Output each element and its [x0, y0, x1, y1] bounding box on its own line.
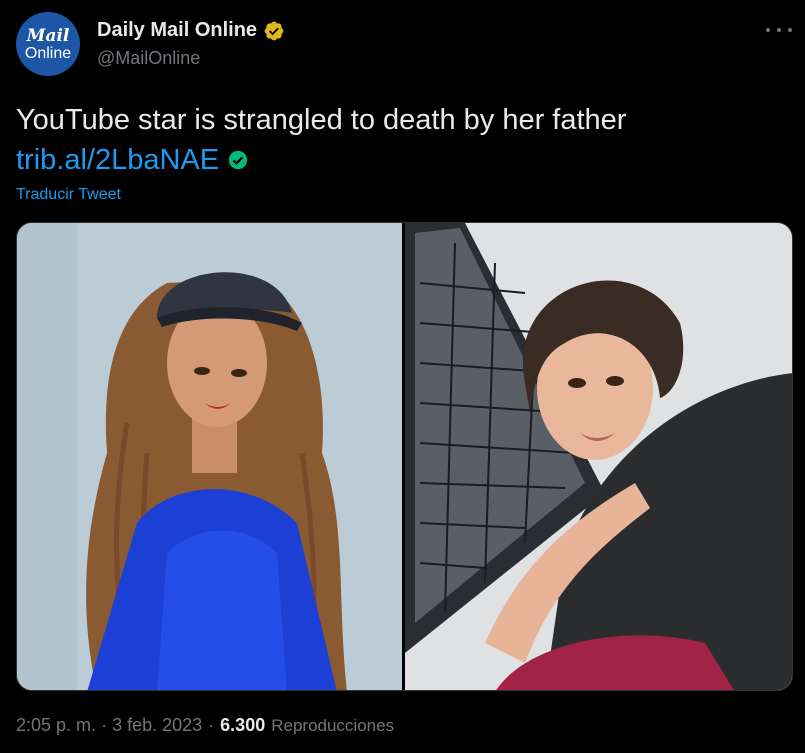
tweet-body-text: YouTube star is strangled to death by he…	[16, 104, 627, 136]
author-handle[interactable]: @MailOnline	[97, 48, 200, 69]
avatar-logo-bottom: Online	[24, 45, 72, 62]
tweet-timestamp[interactable]: 2:05 p. m. · 3 feb. 2023	[16, 715, 202, 736]
author-display-name[interactable]: Daily Mail Online	[97, 19, 285, 42]
tweet-date: 3 feb. 2023	[112, 715, 203, 735]
woman-in-cap-photo	[17, 223, 402, 690]
woman-with-building-photo	[405, 223, 792, 690]
tweet-link[interactable]: trib.al/2LbaNAE	[16, 140, 249, 180]
meta-separator: ·	[208, 715, 215, 735]
avatar-logo-top: Mail	[26, 26, 70, 46]
author-name-text: Daily Mail Online	[97, 19, 258, 41]
tweet-time: 2:05 p. m.	[16, 715, 97, 735]
avatar[interactable]: Mail Online	[16, 12, 80, 76]
more-dot-icon	[777, 28, 781, 32]
more-dot-icon	[766, 28, 770, 32]
translate-tweet-link[interactable]: Traducir Tweet	[16, 186, 121, 204]
media-photo-right[interactable]	[405, 223, 792, 690]
views-count: 6.300	[220, 715, 266, 735]
tweet-media[interactable]	[16, 222, 793, 691]
more-dot-icon	[788, 28, 792, 32]
meta-separator: ·	[101, 715, 108, 735]
gold-verified-icon[interactable]	[263, 20, 285, 42]
green-verified-icon	[228, 150, 248, 170]
media-photo-left[interactable]	[17, 223, 402, 690]
more-options-button[interactable]	[766, 20, 792, 40]
views-label: Reproducciones	[271, 715, 395, 735]
tweet-meta: 2:05 p. m. · 3 feb. 2023 · 6.300 Reprodu…	[16, 715, 394, 736]
tweet-card: Mail Online Daily Mail Online @MailOnlin…	[0, 0, 805, 753]
tweet-text: YouTube star is strangled to death by he…	[16, 100, 786, 180]
tweet-link-text: trib.al/2LbaNAE	[16, 144, 220, 176]
